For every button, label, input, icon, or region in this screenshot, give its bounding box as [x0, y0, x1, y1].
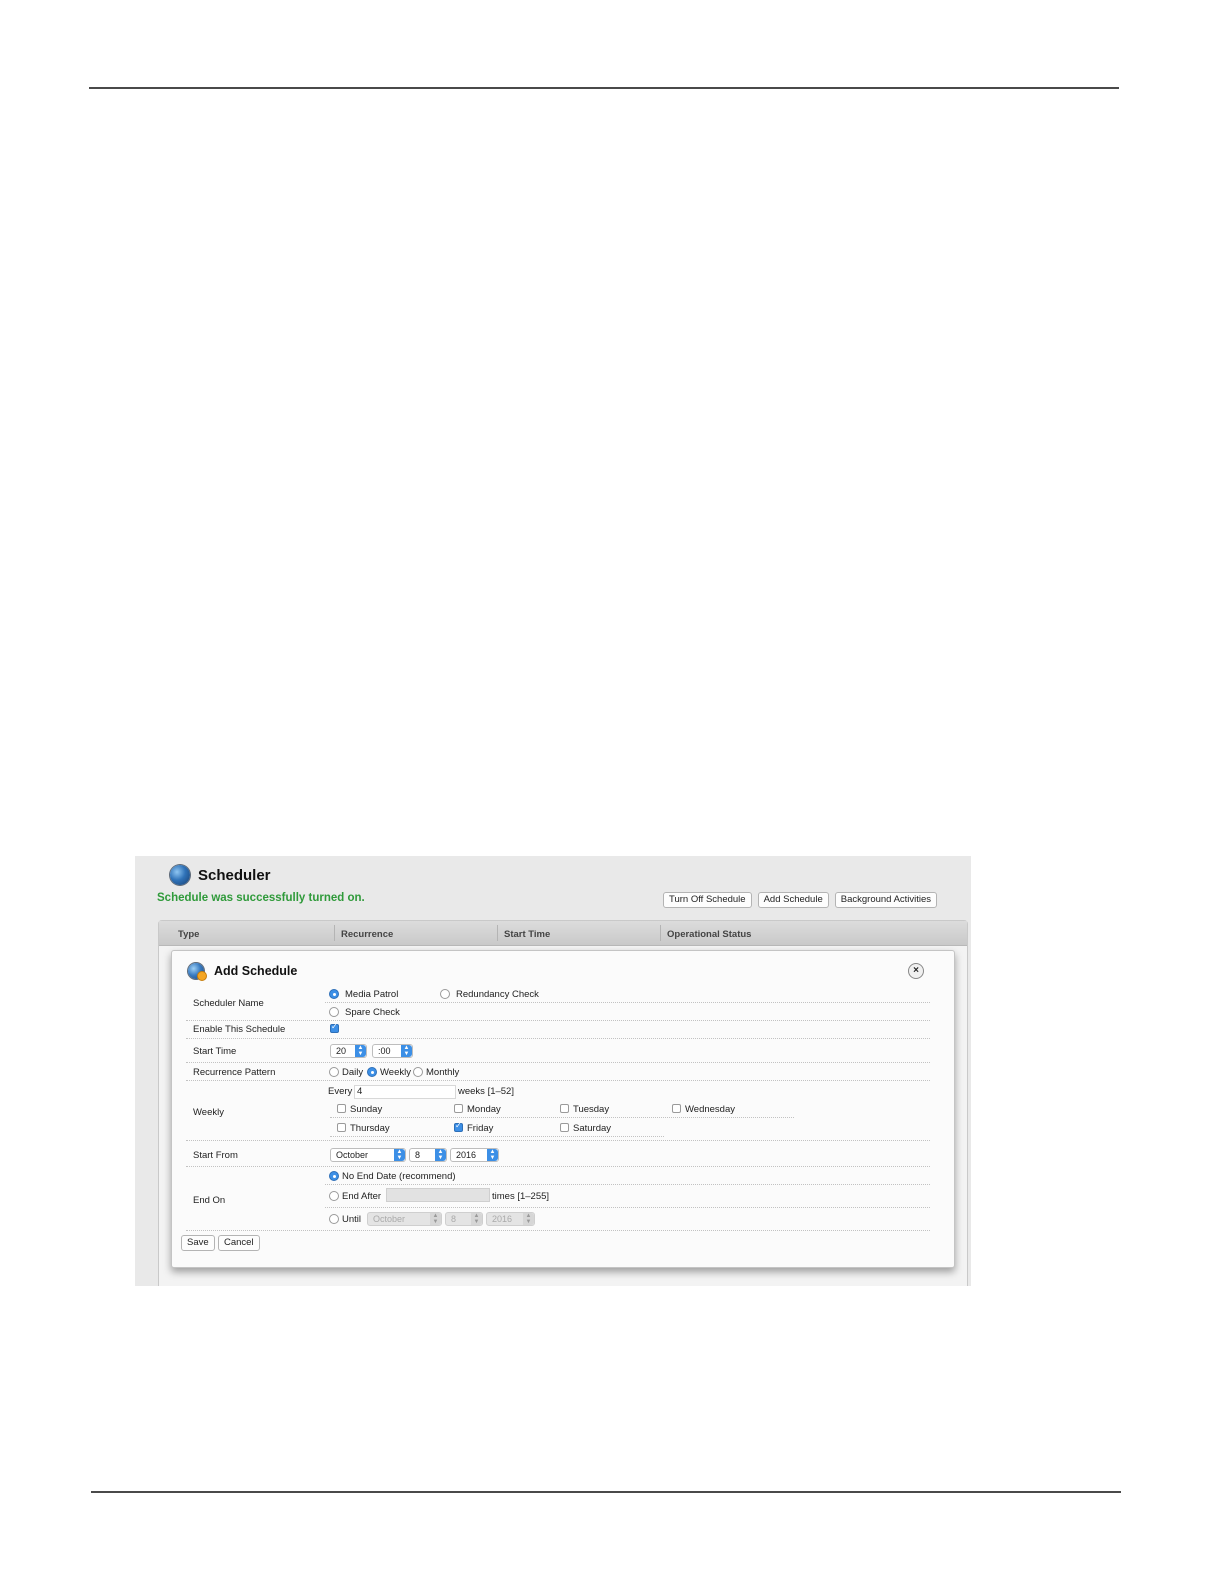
sunday-checkbox[interactable] [337, 1104, 346, 1113]
end-after-input[interactable] [386, 1188, 490, 1202]
weekly-label: Weekly [193, 1107, 224, 1118]
toolbar: Turn Off Schedule Add Schedule Backgroun… [663, 892, 938, 908]
table-header: Type Recurrence Start Time Operational S… [159, 921, 967, 946]
background-activities-button[interactable]: Background Activities [834, 892, 938, 908]
no-end-date-label: No End Date (recommend) [342, 1171, 456, 1182]
end-on-label: End On [193, 1195, 226, 1206]
dialog-header: Add Schedule [188, 963, 298, 981]
weeks-range-text: weeks [1–52] [458, 1086, 514, 1097]
start-day-value: 8 [415, 1150, 421, 1160]
weekly-radio[interactable] [367, 1067, 377, 1077]
enable-schedule-label: Enable This Schedule [193, 1024, 286, 1035]
start-year-select[interactable]: 2016 ▲ ▼ [450, 1148, 499, 1162]
page-bottom-rule [91, 1491, 1121, 1493]
globe-icon [170, 865, 190, 885]
start-month-value: October [336, 1150, 369, 1160]
no-end-date-radio[interactable] [329, 1171, 339, 1181]
until-year-select[interactable]: 2016 ▲ ▼ [486, 1212, 535, 1226]
chevron-updown-icon: ▲ ▼ [394, 1149, 405, 1161]
start-hour-value: 20 [336, 1046, 347, 1056]
start-from-label: Start From [193, 1150, 238, 1161]
start-day-select[interactable]: 8 ▲ ▼ [409, 1148, 447, 1162]
daily-label: Daily [342, 1067, 364, 1078]
thursday-checkbox[interactable] [337, 1123, 346, 1132]
monthly-label: Monthly [426, 1067, 460, 1078]
column-recurrence[interactable]: Recurrence [341, 929, 393, 940]
column-start-time[interactable]: Start Time [504, 929, 550, 940]
wednesday-label: Wednesday [685, 1104, 735, 1115]
times-range-text: times [1–255] [492, 1191, 550, 1202]
until-day-value: 8 [451, 1214, 457, 1224]
daily-radio[interactable] [329, 1067, 339, 1077]
page-title: Scheduler [198, 866, 271, 884]
dialog-title: Add Schedule [214, 964, 298, 978]
sunday-label: Sunday [350, 1104, 383, 1115]
tuesday-checkbox[interactable] [560, 1104, 569, 1113]
column-operational-status[interactable]: Operational Status [667, 929, 751, 940]
end-after-label: End After [342, 1191, 382, 1202]
media-patrol-label: Media Patrol [345, 989, 399, 1000]
start-minute-value: :00 [378, 1046, 391, 1056]
wednesday-checkbox[interactable] [672, 1104, 681, 1113]
monday-checkbox[interactable] [454, 1104, 463, 1113]
cancel-button[interactable]: Cancel [218, 1235, 260, 1251]
redundancy-check-label: Redundancy Check [456, 989, 539, 1000]
redundancy-check-radio[interactable] [440, 989, 450, 999]
chevron-updown-icon: ▲ ▼ [401, 1045, 412, 1057]
weekly-option-label: Weekly [380, 1067, 411, 1078]
start-year-value: 2016 [456, 1150, 477, 1160]
chevron-updown-icon: ▲ ▼ [435, 1149, 446, 1161]
start-time-label: Start Time [193, 1046, 237, 1057]
enable-schedule-checkbox[interactable] [330, 1022, 339, 1033]
add-schedule-button[interactable]: Add Schedule [757, 892, 829, 908]
spare-check-radio[interactable] [329, 1007, 339, 1017]
turn-off-schedule-button[interactable]: Turn Off Schedule [663, 892, 752, 908]
tuesday-label: Tuesday [573, 1104, 610, 1115]
monthly-radio[interactable] [413, 1067, 423, 1077]
scheduler-screenshot: Scheduler Schedule was successfully turn… [135, 856, 971, 1286]
until-month-select[interactable]: October ▲ ▼ [367, 1212, 442, 1226]
every-weeks-input[interactable]: 4 [354, 1085, 456, 1099]
chevron-updown-icon: ▲ ▼ [471, 1213, 482, 1225]
media-patrol-radio[interactable] [329, 989, 339, 999]
until-month-value: October [373, 1214, 406, 1224]
page-top-rule [89, 87, 1119, 89]
thursday-label: Thursday [350, 1123, 390, 1134]
save-button[interactable]: Save [181, 1235, 215, 1251]
recurrence-pattern-label: Recurrence Pattern [193, 1067, 276, 1078]
start-hour-select[interactable]: 20 ▲ ▼ [330, 1044, 367, 1058]
close-icon[interactable]: × [908, 963, 924, 979]
saturday-label: Saturday [573, 1123, 612, 1134]
column-type[interactable]: Type [178, 929, 199, 940]
start-month-select[interactable]: October ▲ ▼ [330, 1148, 406, 1162]
chevron-updown-icon: ▲ ▼ [487, 1149, 498, 1161]
until-label: Until [342, 1214, 362, 1225]
scheduler-header: Scheduler [170, 865, 271, 885]
status-message: Schedule was successfully turned on. [157, 892, 365, 904]
until-year-value: 2016 [492, 1214, 513, 1224]
friday-checkbox[interactable] [454, 1121, 463, 1132]
until-radio[interactable] [329, 1214, 339, 1224]
start-minute-select[interactable]: :00 ▲ ▼ [372, 1044, 413, 1058]
friday-label: Friday [467, 1123, 494, 1134]
spare-check-label: Spare Check [345, 1007, 400, 1018]
scheduler-name-label: Scheduler Name [193, 998, 264, 1009]
globe-settings-icon [188, 963, 207, 981]
every-label: Every [328, 1086, 353, 1097]
chevron-updown-icon: ▲ ▼ [523, 1213, 534, 1225]
until-day-select[interactable]: 8 ▲ ▼ [445, 1212, 483, 1226]
end-after-radio[interactable] [329, 1191, 339, 1201]
chevron-updown-icon: ▲ ▼ [430, 1213, 441, 1225]
saturday-checkbox[interactable] [560, 1123, 569, 1132]
chevron-updown-icon: ▲ ▼ [355, 1045, 366, 1057]
monday-label: Monday [467, 1104, 501, 1115]
add-schedule-dialog: Add Schedule × Scheduler Name Media Patr… [171, 950, 955, 1268]
